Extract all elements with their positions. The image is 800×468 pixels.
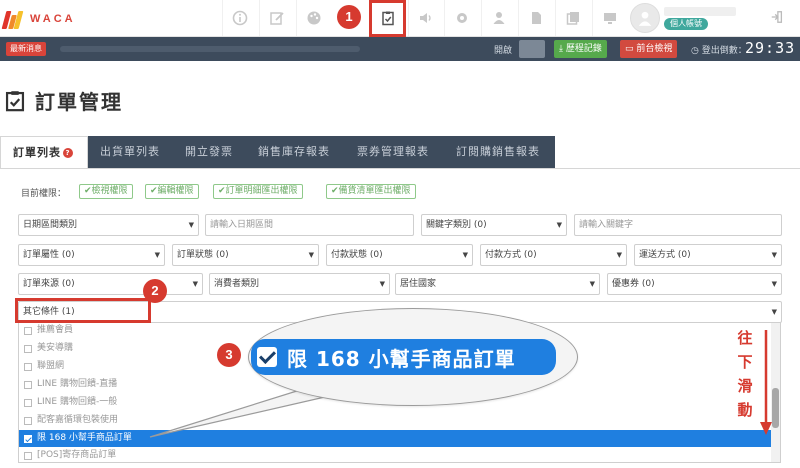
dropdown-caret-icon: ▼ xyxy=(462,251,468,259)
logout-icon[interactable] xyxy=(770,10,784,28)
tab-ticket-report[interactable]: 票券管理報表 xyxy=(357,136,429,168)
tab-invoice[interactable]: 開立發票 xyxy=(185,136,233,168)
history-button[interactable]: ⤓ 歷程記錄 xyxy=(554,40,607,58)
scroll-down-hint: 往 下 滑 動 xyxy=(737,329,753,419)
dropdown-caret-icon: ▼ xyxy=(154,251,160,259)
copy-icon[interactable] xyxy=(555,0,589,36)
tab-order-list[interactable]: 訂單列表? xyxy=(0,136,88,169)
checkbox xyxy=(24,363,32,371)
consumer-type-select[interactable]: 消費者類別 ▼ xyxy=(209,273,390,295)
permission-badge: ✔訂單明細匯出權限 xyxy=(213,184,303,199)
document-icon[interactable] xyxy=(518,0,552,36)
checkbox-checked xyxy=(24,435,32,443)
checkbox xyxy=(24,399,32,407)
open-toggle[interactable] xyxy=(519,40,545,58)
avatar[interactable] xyxy=(630,3,660,33)
checkbox xyxy=(24,345,32,353)
keyword-type-select[interactable]: 關鍵字類別 (0) ▼ xyxy=(421,214,567,236)
clock-icon: ◷ xyxy=(691,46,699,56)
payment-method-select[interactable]: 付款方式 (0) ▼ xyxy=(480,244,627,266)
checkbox-checked-icon xyxy=(257,347,277,367)
date-range-input[interactable]: 請輸入日期區間 xyxy=(205,214,414,236)
tab-inventory-report[interactable]: 銷售庫存報表 xyxy=(258,136,330,168)
step-badge: 3 xyxy=(217,343,241,367)
list-item[interactable]: 配客嘉循環包裝使用 xyxy=(19,413,771,428)
dropdown-caret-icon: ▼ xyxy=(771,280,777,288)
list-item-selected[interactable]: 限 168 小幫手商品訂單 xyxy=(19,430,771,447)
checkbox xyxy=(24,452,32,460)
news-ticker xyxy=(60,46,360,52)
highlight-box-step1 xyxy=(369,0,406,37)
monitor-icon: ▭ xyxy=(625,44,637,54)
dropdown-caret-icon: ▼ xyxy=(192,280,198,288)
tab-bar: 訂單列表? 出貨單列表 開立發票 銷售庫存報表 票券管理報表 訂閱購銷售報表 xyxy=(0,136,555,169)
country-select[interactable]: 居住國家 ▼ xyxy=(395,273,600,295)
help-icon[interactable]: ? xyxy=(63,148,73,158)
highlight-box-step2 xyxy=(15,298,151,323)
permission-badge: ✔編輯權限 xyxy=(145,184,199,199)
order-status-select[interactable]: 訂單狀態 (0) ▼ xyxy=(172,244,319,266)
dropdown-caret-icon: ▼ xyxy=(379,280,385,288)
user-icon[interactable] xyxy=(481,0,515,36)
scroll-thumb[interactable] xyxy=(772,388,779,428)
status-bar: 最新消息 開啟 ⤓ 歷程記錄 ▭ 前台檢視 ◷ 登出倒數： 29:33 xyxy=(0,37,800,61)
order-attribute-select[interactable]: 訂單屬性 (0) ▼ xyxy=(18,244,165,266)
dropdown-caret-icon: ▼ xyxy=(616,251,622,259)
page-title: 訂單管理 xyxy=(35,90,123,114)
arrow-down-icon xyxy=(760,330,772,435)
tab-shipping-list[interactable]: 出貨單列表 xyxy=(100,136,160,168)
step-badge: 1 xyxy=(337,5,361,29)
checkbox xyxy=(24,381,32,389)
account-badge: 個人帳號 xyxy=(664,18,708,30)
waca-logo[interactable]: WACA xyxy=(1,8,76,30)
coupon-select[interactable]: 優惠券 (0) ▼ xyxy=(607,273,782,295)
dropdown-caret-icon: ▼ xyxy=(308,251,314,259)
permissions-label: 目前權限： xyxy=(21,189,67,199)
logout-countdown-label: ◷ 登出倒數： xyxy=(691,46,747,56)
date-type-select[interactable]: 日期區間類別 ▼ xyxy=(18,214,199,236)
checkbox xyxy=(24,327,32,335)
info-icon[interactable] xyxy=(222,0,256,36)
order-source-select[interactable]: 訂單來源 (0) ▼ xyxy=(18,273,203,295)
dropdown-caret-icon: ▼ xyxy=(556,221,562,229)
list-scrollbar[interactable] xyxy=(771,323,780,462)
palette-icon[interactable] xyxy=(296,0,330,36)
tab-subscription-report[interactable]: 訂閱購銷售報表 xyxy=(456,136,540,168)
countdown-timer: 29:33 xyxy=(745,39,796,57)
page-header: 訂單管理 xyxy=(5,86,123,115)
edit-icon[interactable] xyxy=(259,0,293,36)
dropdown-caret-icon: ▼ xyxy=(771,308,777,316)
order-clipboard-icon xyxy=(5,90,25,111)
shipping-method-select[interactable]: 運送方式 (0) ▼ xyxy=(634,244,782,266)
news-tag[interactable]: 最新消息 xyxy=(6,42,46,56)
permission-badge: ✔備貨清單匯出權限 xyxy=(326,184,416,199)
step-badge: 2 xyxy=(143,279,167,303)
user-name-placeholder xyxy=(664,7,736,16)
checkbox xyxy=(24,417,32,425)
logo-mark-icon xyxy=(1,9,26,29)
open-label: 開啟 xyxy=(494,46,513,56)
dropdown-caret-icon: ▼ xyxy=(188,221,194,229)
logo-text: WACA xyxy=(30,13,76,25)
settings-icon[interactable] xyxy=(444,0,478,36)
volume-icon[interactable] xyxy=(408,0,442,36)
dropdown-caret-icon: ▼ xyxy=(771,251,777,259)
download-icon: ⤓ xyxy=(559,44,566,54)
monitor-icon[interactable] xyxy=(592,0,626,36)
front-view-button[interactable]: ▭ 前台檢視 xyxy=(620,40,678,58)
keyword-input[interactable]: 請輸入關鍵字 xyxy=(574,214,782,236)
permission-badge: ✔檢視權限 xyxy=(79,184,133,199)
dropdown-caret-icon: ▼ xyxy=(589,280,595,288)
zoomed-selected-option: 限 168 小幫手商品訂單 xyxy=(251,339,556,375)
list-item[interactable]: [POS]寄存商品訂單 xyxy=(19,448,771,462)
payment-status-select[interactable]: 付款狀態 (0) ▼ xyxy=(326,244,473,266)
